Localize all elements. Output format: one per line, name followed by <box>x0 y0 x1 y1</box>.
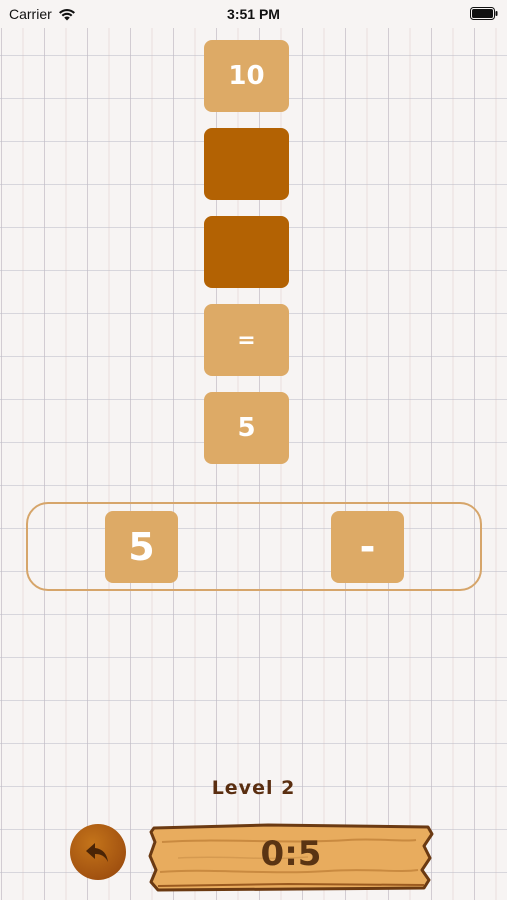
level-label: Level 2 <box>211 777 296 799</box>
status-bar: Carrier 3:51 PM <box>0 0 507 28</box>
status-time: 3:51 PM <box>227 6 280 22</box>
equation-tile-equals: = <box>204 304 289 376</box>
equation-tile-number: 10 <box>204 40 289 112</box>
battery-icon <box>470 7 498 20</box>
equation-slot-empty[interactable] <box>204 128 289 200</box>
timer-text: 0:5 <box>260 834 322 874</box>
back-button[interactable] <box>70 824 126 880</box>
answer-tray <box>26 502 482 591</box>
equation-tile-result: 5 <box>204 392 289 464</box>
option-tile-number[interactable]: 5 <box>105 511 178 583</box>
undo-arrow-icon <box>86 843 108 862</box>
option-tile-operator[interactable]: - <box>331 511 404 583</box>
equation-slot-empty[interactable] <box>204 216 289 288</box>
timer-board: 0:5 <box>148 822 434 892</box>
